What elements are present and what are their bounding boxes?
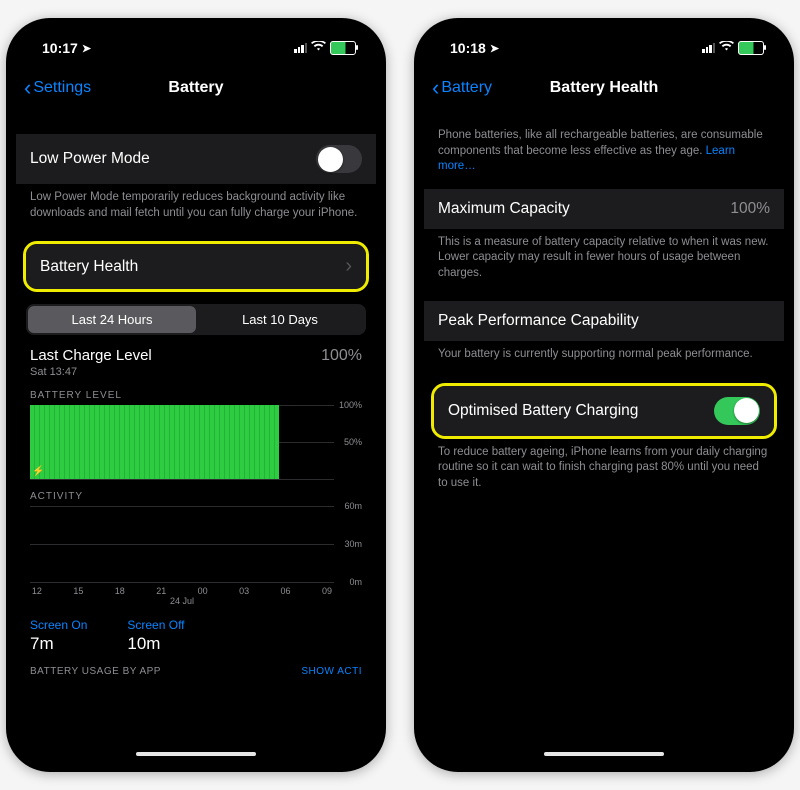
battery-icon <box>738 41 764 55</box>
last-charge-row: Last Charge Level Sat 13:47 100% <box>16 339 376 378</box>
wifi-icon <box>311 41 326 55</box>
activity-chart: 60m 30m 0m <box>30 506 362 606</box>
chevron-right-icon: › <box>345 255 352 278</box>
low-power-mode-footer: Low Power Mode temporarily reduces backg… <box>16 184 376 221</box>
optimised-charging-highlight: Optimised Battery Charging <box>431 383 777 439</box>
screen-on-value: 7m <box>30 634 87 654</box>
last-charge-label: Last Charge Level <box>30 347 152 364</box>
time-range-segmented: Last 24 Hours Last 10 Days <box>26 304 366 335</box>
battery-usage-label: BATTERY USAGE BY APP <box>30 666 161 677</box>
optimised-charging-toggle[interactable] <box>714 397 760 425</box>
maximum-capacity-value: 100% <box>730 200 770 218</box>
maximum-capacity-footer: This is a measure of battery capacity re… <box>424 229 784 282</box>
peak-performance-label: Peak Performance Capability <box>438 312 639 330</box>
low-power-mode-label: Low Power Mode <box>30 150 150 168</box>
ylabel-50: 50% <box>344 437 362 447</box>
segment-24h[interactable]: Last 24 Hours <box>28 306 196 333</box>
nav-bar: ‹ Battery Battery Health <box>424 68 784 108</box>
ylabel-0m: 0m <box>349 577 362 587</box>
segment-10d[interactable]: Last 10 Days <box>196 306 364 333</box>
battery-icon <box>330 41 356 55</box>
notch <box>121 28 271 52</box>
screen-off-value: 10m <box>127 634 184 654</box>
chevron-left-icon: ‹ <box>24 77 31 99</box>
xaxis-date: 24 Jul <box>30 596 334 606</box>
low-power-mode-row: Low Power Mode <box>16 134 376 184</box>
cellular-icon <box>294 43 307 53</box>
screen-time-stats: Screen On 7m Screen Off 10m <box>16 606 376 656</box>
location-icon: ➤ <box>82 42 91 55</box>
low-power-mode-toggle[interactable] <box>316 145 362 173</box>
ylabel-100: 100% <box>339 400 362 410</box>
battery-level-header: BATTERY LEVEL <box>16 378 376 405</box>
optimised-charging-row: Optimised Battery Charging <box>434 386 774 436</box>
notch <box>529 28 679 52</box>
activity-header: ACTIVITY <box>16 479 376 506</box>
xaxis-hours: 12 15 18 21 00 03 06 09 <box>30 582 334 596</box>
home-indicator[interactable] <box>136 752 256 756</box>
last-charge-time: Sat 13:47 <box>30 366 152 378</box>
location-icon: ➤ <box>490 42 499 55</box>
optimised-charging-footer: To reduce battery ageing, iPhone learns … <box>424 439 784 492</box>
nav-bar: ‹ Settings Battery <box>16 68 376 108</box>
ylabel-60m: 60m <box>344 501 362 511</box>
battery-health-label: Battery Health <box>40 258 138 276</box>
home-indicator[interactable] <box>544 752 664 756</box>
chevron-left-icon: ‹ <box>432 77 439 99</box>
page-title: Battery Health <box>550 79 658 97</box>
maximum-capacity-row: Maximum Capacity 100% <box>424 189 784 229</box>
last-charge-pct: 100% <box>321 347 362 365</box>
battery-level-bars <box>30 405 279 479</box>
status-time: 10:18 <box>450 40 486 56</box>
activity-bars <box>30 506 334 582</box>
peak-performance-footer: Your battery is currently supporting nor… <box>424 341 784 363</box>
phone-battery: 10:17 ➤ ‹ Settings Battery <box>6 18 386 772</box>
phone-battery-health: 10:18 ➤ ‹ Battery Battery Health <box>414 18 794 772</box>
status-time: 10:17 <box>42 40 78 56</box>
back-label: Battery <box>441 79 492 97</box>
battery-level-chart: 100% 50% ⚡ <box>30 405 362 479</box>
screen-off-label: Screen Off <box>127 618 184 632</box>
back-button[interactable]: ‹ Battery <box>432 77 492 99</box>
ylabel-30m: 30m <box>344 539 362 549</box>
battery-health-highlight: Battery Health › <box>23 241 369 292</box>
back-label: Settings <box>33 79 91 97</box>
bolt-icon: ⚡ <box>32 466 44 477</box>
peak-performance-row: Peak Performance Capability <box>424 301 784 341</box>
screen-on-label: Screen On <box>30 618 87 632</box>
back-button[interactable]: ‹ Settings <box>24 77 91 99</box>
cellular-icon <box>702 43 715 53</box>
page-title: Battery <box>168 79 223 97</box>
battery-health-row[interactable]: Battery Health › <box>26 244 366 289</box>
wifi-icon <box>719 41 734 55</box>
optimised-charging-label: Optimised Battery Charging <box>448 402 638 420</box>
show-activity-link[interactable]: SHOW ACTI <box>301 666 362 677</box>
intro-text: Phone batteries, like all rechargeable b… <box>424 114 784 181</box>
maximum-capacity-label: Maximum Capacity <box>438 200 570 218</box>
battery-usage-header: BATTERY USAGE BY APP SHOW ACTI <box>16 656 376 677</box>
